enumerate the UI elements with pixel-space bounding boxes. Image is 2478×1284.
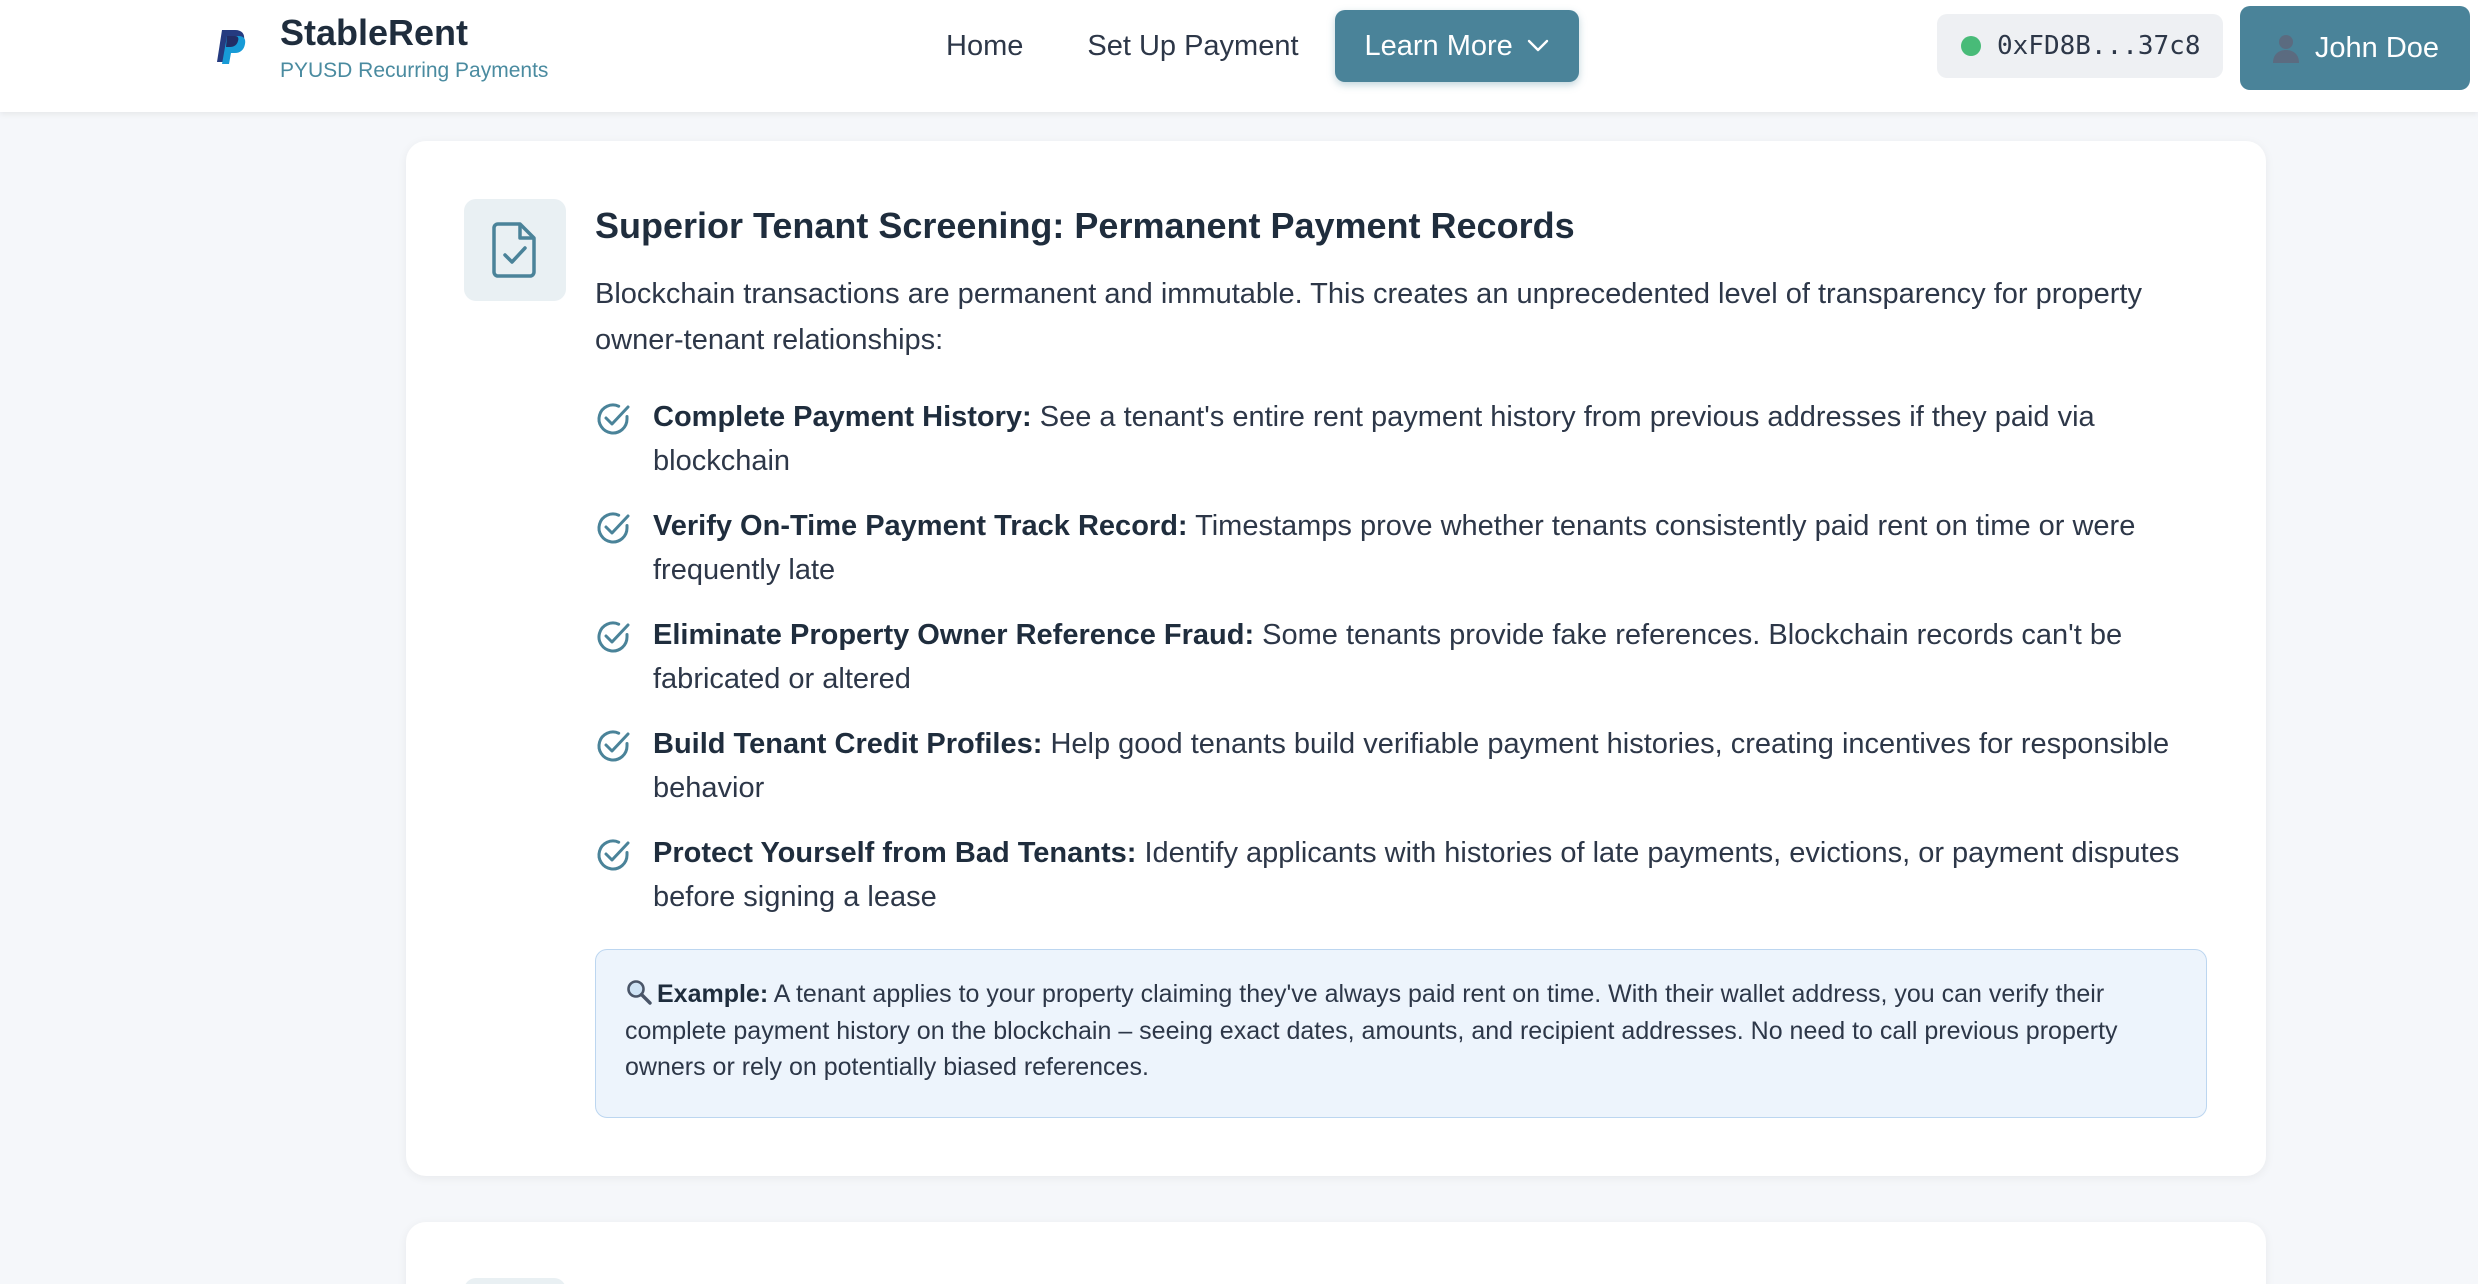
brand-name: StableRent bbox=[280, 12, 469, 53]
wallet-address: 0xFD8B...37c8 bbox=[1997, 31, 2201, 61]
user-menu-button[interactable]: John Doe bbox=[2240, 6, 2470, 90]
document-check-icon bbox=[492, 222, 536, 278]
learn-more-dropdown[interactable]: Learn More bbox=[1334, 10, 1579, 82]
paypal-logo-icon bbox=[217, 30, 246, 64]
nav-home[interactable]: Home bbox=[926, 10, 1043, 82]
card-icon-container bbox=[464, 199, 566, 301]
check-circle-icon bbox=[597, 512, 630, 544]
card-title: Superior Tenant Screening: Permanent Pay… bbox=[595, 205, 1575, 246]
check-circle-icon bbox=[597, 730, 630, 762]
feature-title: Eliminate Property Owner Reference Fraud… bbox=[653, 619, 1255, 651]
card-intro: Blockchain transactions are permanent an… bbox=[595, 278, 2142, 356]
feature-title: Verify On-Time Payment Track Record: bbox=[653, 510, 1188, 542]
connected-status-dot bbox=[1961, 36, 1981, 56]
brand[interactable]: StableRent PYUSD Recurring Payments bbox=[212, 12, 548, 86]
feature-title: Complete Payment History: bbox=[653, 401, 1032, 433]
feature-title: Build Tenant Credit Profiles: bbox=[653, 728, 1043, 760]
magnifier-icon bbox=[627, 980, 652, 1005]
check-circle-icon bbox=[597, 621, 630, 653]
next-card bbox=[406, 1222, 2266, 1284]
next-card-icon-container bbox=[464, 1278, 566, 1284]
list-item: Build Tenant Credit Profiles: Help good … bbox=[595, 722, 2235, 810]
brand-subtitle: PYUSD Recurring Payments bbox=[280, 59, 549, 82]
list-item: Verify On-Time Payment Track Record: Tim… bbox=[595, 504, 2235, 592]
top-navbar: StableRent PYUSD Recurring Payments Home… bbox=[0, 0, 2478, 112]
wallet-status[interactable]: 0xFD8B...37c8 bbox=[1937, 14, 2223, 78]
learn-more-label: Learn More bbox=[1364, 30, 1513, 62]
list-item: Protect Yourself from Bad Tenants: Ident… bbox=[595, 831, 2235, 919]
example-label: Example: bbox=[657, 980, 769, 1008]
check-circle-icon bbox=[597, 839, 630, 871]
main-nav: Home Set Up Payment Learn More bbox=[926, 10, 1579, 82]
chevron-down-icon bbox=[1527, 39, 1549, 52]
example-text: A tenant applies to your property claimi… bbox=[625, 980, 2118, 1081]
feature-title: Protect Yourself from Bad Tenants: bbox=[653, 837, 1137, 869]
list-item: Eliminate Property Owner Reference Fraud… bbox=[595, 613, 2235, 701]
example-callout: Example: A tenant applies to your proper… bbox=[595, 949, 2207, 1118]
tenant-screening-card: Superior Tenant Screening: Permanent Pay… bbox=[406, 141, 2266, 1176]
nav-set-up-payment[interactable]: Set Up Payment bbox=[1067, 10, 1318, 82]
user-name: John Doe bbox=[2314, 31, 2440, 64]
check-circle-icon bbox=[597, 403, 630, 435]
list-item: Complete Payment History: See a tenant's… bbox=[595, 395, 2235, 483]
person-icon bbox=[2272, 35, 2299, 63]
feature-list: Complete Payment History: See a tenant's… bbox=[595, 395, 2235, 940]
